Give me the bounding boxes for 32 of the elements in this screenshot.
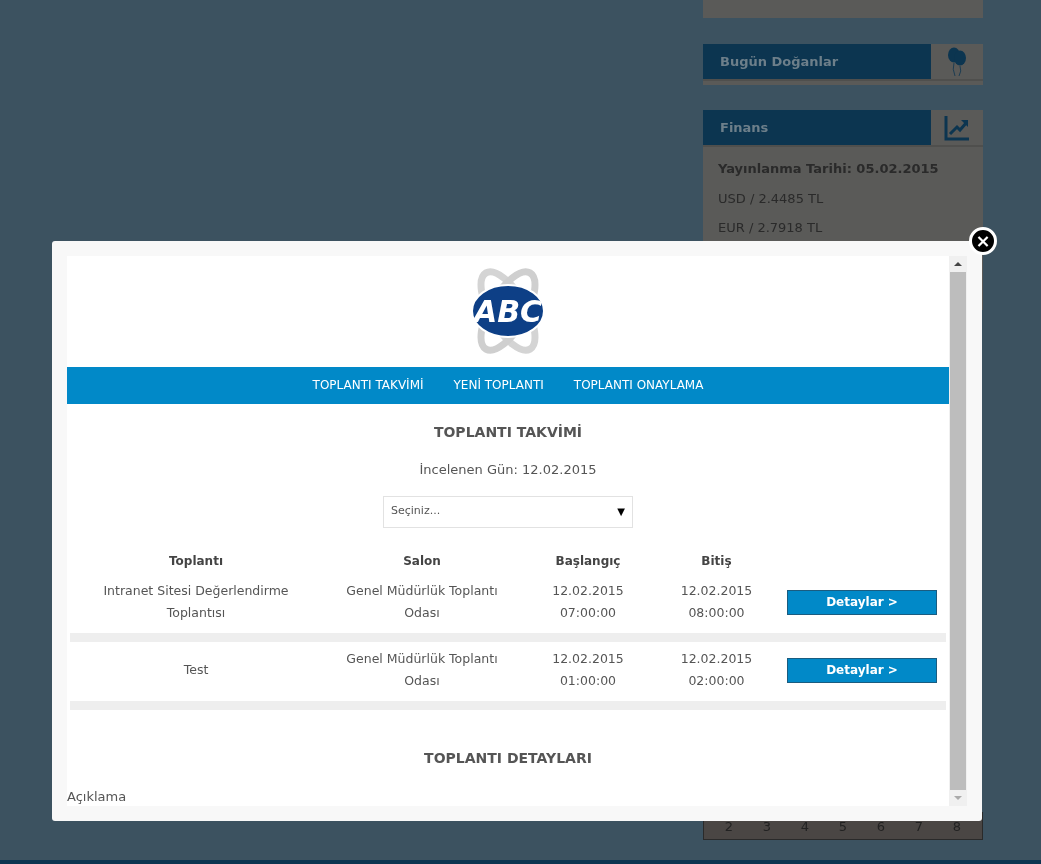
scroll-thumb[interactable] [950,272,966,790]
widget-header: Bugün Doğanlar [703,44,931,79]
section-title: TOPLANTI TAKVİMİ [432,423,584,442]
close-button[interactable]: × [969,227,997,255]
column-header: Salon [403,553,441,568]
table-cell: Intranet Sitesi Değerlendirme Toplantısı [103,583,289,620]
trend-chart-icon [944,114,970,141]
nav-tab[interactable]: TOPLANTI ONAYLAMA [573,376,704,395]
table-cell-text: 07:00:00 [559,604,617,622]
column-header: Bitiş [701,553,732,568]
details-button[interactable]: Detaylar > [787,589,937,615]
description-label: Açıklama [67,787,128,806]
table-cell-text: 12.02.2015 [552,582,624,600]
reviewed-day: İncelenen Gün: 12.02.2015 [67,460,949,480]
room-select[interactable]: Seçiniz... ▼ [383,495,633,528]
table-cell: Genel Müdürlük Toplantı Odası [346,651,498,688]
table-cell-text: 12.02.2015 [680,582,753,600]
table-cell-text: 12.02.2015 [680,650,753,668]
table-cell-text: 08:00:00 [688,604,745,622]
column-header: Toplantı [169,553,223,568]
nav-tab[interactable]: TOPLANTI TAKVİMİ [312,376,424,395]
nav-tab[interactable]: YENİ TOPLANTI [453,376,544,395]
table-cell-text: 02:00:00 [688,672,745,690]
column-header: Başlangıç [555,553,621,568]
section-title: TOPLANTI DETAYLARI [423,748,593,768]
details-button[interactable]: Detaylar > [787,657,937,683]
balloons-icon [946,46,968,77]
table-cell-text: 01:00:00 [559,672,617,690]
table-cell-text: 12.02.2015 [552,650,624,668]
table-cell: Test [183,662,209,677]
widget-header: Finans [703,110,931,145]
table-cell: Genel Müdürlük Toplantı Odası [346,583,498,620]
